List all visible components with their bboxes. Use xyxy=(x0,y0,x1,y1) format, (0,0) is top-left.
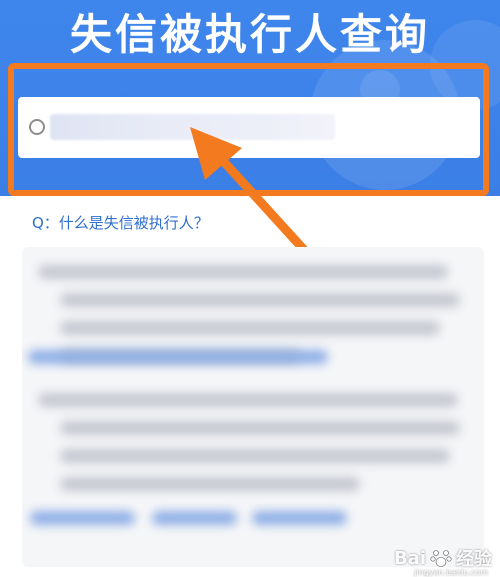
answer-content xyxy=(22,247,484,567)
paw-icon xyxy=(430,550,452,567)
blurred-link xyxy=(252,511,347,525)
blurred-text-line xyxy=(60,293,460,307)
blurred-text-line xyxy=(38,265,448,279)
blurred-link xyxy=(30,511,135,525)
blurred-text-line xyxy=(38,393,458,407)
blurred-link xyxy=(152,511,237,525)
page-title: 失信被执行人查询 xyxy=(69,10,430,59)
blurred-text-line xyxy=(60,421,460,435)
faq-question[interactable]: Q：什么是失信被执行人？ xyxy=(32,212,209,234)
watermark-url: jingyan.baidu.com xyxy=(414,568,488,577)
blurred-text-line xyxy=(60,321,440,335)
blurred-link xyxy=(28,350,328,364)
blurred-text-line xyxy=(60,449,450,463)
watermark-brand: Bai xyxy=(393,547,426,569)
highlight-frame xyxy=(8,63,489,196)
blurred-text-line xyxy=(60,477,360,491)
